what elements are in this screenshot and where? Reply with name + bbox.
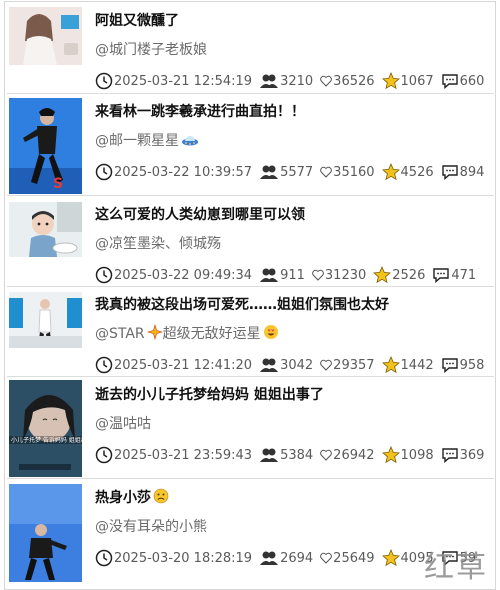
- star-icon: [381, 446, 400, 464]
- post-views: 911: [280, 267, 305, 283]
- post-views: 3210: [280, 73, 314, 89]
- post-time: 2025-03-20 18:28:19: [114, 550, 253, 566]
- watermark-logo: 红草: [424, 550, 488, 585]
- post-author[interactable]: @没有耳朵的小熊: [95, 516, 207, 536]
- post-author[interactable]: @STAR 超级无敌好运星: [95, 323, 279, 344]
- post-time: 2025-03-22 10:39:57: [114, 164, 253, 180]
- post-list: 阿姐又微醺了 @城门楼子老板娘 2025-03-21 12:54:19 3210…: [4, 1, 496, 590]
- post-card[interactable]: 阿姐又微醺了 @城门楼子老板娘 2025-03-21 12:54:19 3210…: [7, 4, 494, 94]
- clock-icon: [95, 356, 113, 374]
- heart-eyes-emoji-icon: [263, 324, 279, 344]
- post-likes: 35160: [333, 164, 375, 180]
- post-likes: 26942: [333, 447, 375, 463]
- post-thumbnail[interactable]: [9, 7, 82, 65]
- post-comments: 894: [459, 164, 485, 180]
- post-card[interactable]: 这么可爱的人类幼崽到哪里可以领 @凉笙墨染、倾城殇 2025-03-22 09:…: [7, 198, 494, 287]
- users-icon: [259, 164, 279, 180]
- post-author-name: @STAR: [95, 326, 145, 342]
- clock-icon: [95, 446, 113, 464]
- post-author[interactable]: @温咕咕: [95, 413, 151, 433]
- users-icon: [259, 357, 279, 373]
- comment-icon: [441, 164, 459, 180]
- frowning-face-emoji-icon: [153, 488, 169, 508]
- heart-icon: [320, 75, 332, 87]
- post-title[interactable]: 逝去的小儿子托梦给妈妈 姐姐出事了: [95, 384, 324, 404]
- heart-icon: [320, 359, 332, 371]
- post-likes: 29357: [333, 357, 375, 373]
- post-title[interactable]: 来看林一跳李羲承进行曲直拍！！: [95, 101, 305, 121]
- svg-text:S: S: [53, 176, 63, 192]
- post-title[interactable]: 阿姐又微醺了: [95, 10, 179, 30]
- post-card[interactable]: 我真的被这段出场可爱死……姐姐们氛围也太好 @STAR 超级无敌好运星 2025-…: [7, 288, 494, 377]
- post-favorites: 4526: [400, 164, 434, 180]
- users-icon: [259, 267, 279, 283]
- heart-icon: [312, 269, 324, 281]
- post-views: 5577: [280, 164, 314, 180]
- post-stats: 2025-03-22 09:49:34 911 31230 2526 471: [95, 266, 483, 284]
- star-icon: [373, 266, 392, 284]
- post-favorites: 1098: [400, 447, 434, 463]
- post-stats: 2025-03-21 12:41:20 3042 29357 1442 958: [95, 356, 491, 374]
- comment-icon: [441, 447, 459, 463]
- clock-icon: [95, 72, 113, 90]
- post-card[interactable]: S 来看林一跳李羲承进行曲直拍！！ @邮一颗星星 2025-03-22 10:3…: [7, 95, 494, 196]
- users-icon: [259, 447, 279, 463]
- clock-icon: [95, 266, 113, 284]
- heart-icon: [320, 166, 332, 178]
- clock-icon: [95, 549, 113, 567]
- ufo-emoji-icon: [181, 133, 199, 151]
- post-title[interactable]: 热身小莎: [95, 487, 169, 508]
- post-author[interactable]: @凉笙墨染、倾城殇: [95, 233, 221, 253]
- star-icon: [381, 356, 400, 374]
- post-thumbnail[interactable]: [9, 202, 82, 257]
- post-thumbnail[interactable]: [9, 484, 82, 582]
- post-comments: 958: [459, 357, 485, 373]
- post-comments: 660: [459, 73, 485, 89]
- post-thumbnail[interactable]: [9, 292, 82, 348]
- post-likes: 25649: [333, 550, 375, 566]
- users-icon: [259, 73, 279, 89]
- post-views: 5384: [280, 447, 314, 463]
- post-comments: 369: [459, 447, 485, 463]
- heart-icon: [320, 449, 332, 461]
- star-icon: [381, 72, 400, 90]
- post-thumbnail[interactable]: 小儿子托梦 告诉妈妈 姐姐出事: [9, 380, 82, 477]
- post-stats: 2025-03-21 12:54:19 3210 36526 1067 660: [95, 72, 491, 90]
- post-comments: 471: [451, 267, 477, 283]
- post-author-name: @邮一颗星星: [95, 133, 179, 149]
- heart-icon: [320, 552, 332, 564]
- post-stats: 2025-03-21 23:59:43 5384 26942 1098 369: [95, 446, 491, 464]
- post-card[interactable]: 热身小莎 @没有耳朵的小熊 2025-03-20 18:28:19 2694 2…: [7, 481, 494, 587]
- comment-icon: [432, 267, 450, 283]
- post-stats: 2025-03-22 10:39:57 5577 35160 4526 894: [95, 163, 491, 181]
- star-icon: [381, 549, 400, 567]
- post-favorites: 1067: [400, 73, 434, 89]
- post-title-text: 热身小莎: [95, 490, 151, 506]
- post-time: 2025-03-21 12:54:19: [114, 73, 253, 89]
- post-favorites: 1442: [400, 357, 434, 373]
- post-views: 2694: [280, 550, 314, 566]
- post-title[interactable]: 我真的被这段出场可爱死……姐姐们氛围也太好: [95, 294, 389, 314]
- post-time: 2025-03-21 23:59:43: [114, 447, 253, 463]
- post-likes: 31230: [324, 267, 367, 283]
- post-author-suffix: 超级无敌好运星: [162, 326, 261, 342]
- post-author[interactable]: @城门楼子老板娘: [95, 39, 207, 59]
- clock-icon: [95, 163, 113, 181]
- post-time: 2025-03-21 12:41:20: [114, 357, 253, 373]
- thumb-caption: 小儿子托梦 告诉妈妈 姐姐出事: [11, 436, 82, 444]
- post-card[interactable]: 小儿子托梦 告诉妈妈 姐姐出事 逝去的小儿子托梦给妈妈 姐姐出事了 @温咕咕 2…: [7, 378, 494, 479]
- post-time: 2025-03-22 09:49:34: [114, 267, 253, 283]
- comment-icon: [441, 73, 459, 89]
- post-views: 3042: [280, 357, 314, 373]
- post-thumbnail[interactable]: S: [9, 98, 82, 194]
- star-icon: [381, 163, 400, 181]
- sparkle-star-emoji-icon: [146, 323, 163, 344]
- post-favorites: 2526: [392, 267, 426, 283]
- post-author[interactable]: @邮一颗星星: [95, 130, 199, 151]
- post-title[interactable]: 这么可爱的人类幼崽到哪里可以领: [95, 204, 305, 224]
- users-icon: [259, 550, 279, 566]
- post-likes: 36526: [333, 73, 375, 89]
- comment-icon: [441, 357, 459, 373]
